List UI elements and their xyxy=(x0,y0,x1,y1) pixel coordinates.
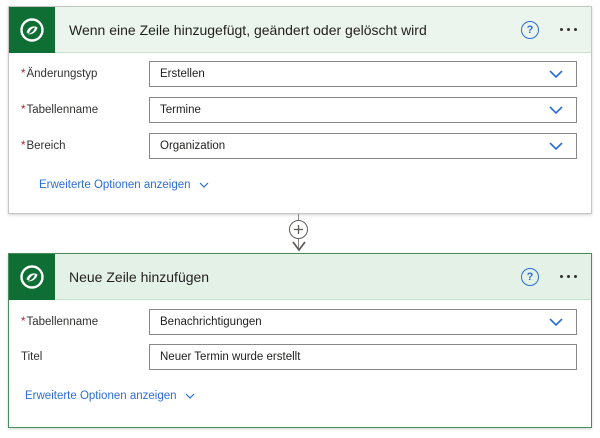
help-glyph: ? xyxy=(526,271,534,283)
chevron-down-icon xyxy=(549,106,563,115)
field-label: *Tabellenname xyxy=(21,104,99,116)
advanced-link-label: Erweiterte Optionen anzeigen xyxy=(39,179,191,191)
dropdown-value: Erstellen xyxy=(160,68,205,80)
chevron-down-icon xyxy=(199,182,208,188)
ellipsis-icon[interactable] xyxy=(553,17,583,41)
chevron-down-icon xyxy=(185,393,194,399)
action-card-header[interactable]: Neue Zeile hinzufügen ? xyxy=(9,254,591,300)
field-row-action-table-name: *Tabellenname Benachrichtigungen xyxy=(9,309,591,339)
action-title: Neue Zeile hinzufügen xyxy=(69,269,210,285)
trigger-card: Wenn eine Zeile hinzugefügt, geändert od… xyxy=(8,6,592,214)
advanced-link-label: Erweiterte Optionen anzeigen xyxy=(25,390,177,402)
scope-dropdown[interactable]: Organization xyxy=(149,133,577,159)
field-row-change-type: *Änderungstyp Erstellen xyxy=(9,61,591,91)
chevron-down-icon xyxy=(549,70,563,79)
help-glyph: ? xyxy=(526,24,534,36)
required-marker: * xyxy=(21,316,26,328)
field-label: *Tabellenname xyxy=(21,316,99,328)
chevron-down-icon xyxy=(549,318,563,327)
title-input[interactable]: Neuer Termin wurde erstellt xyxy=(149,344,577,370)
trigger-title: Wenn eine Zeile hinzugefügt, geändert od… xyxy=(69,22,427,38)
required-marker: * xyxy=(21,68,26,80)
input-value: Neuer Termin wurde erstellt xyxy=(160,351,301,363)
field-label: *Änderungstyp xyxy=(21,68,98,80)
action-table-name-dropdown[interactable]: Benachrichtigungen xyxy=(149,309,577,335)
plus-icon[interactable] xyxy=(289,220,308,239)
trigger-card-header[interactable]: Wenn eine Zeile hinzugefügt, geändert od… xyxy=(9,7,591,53)
question-circle-icon[interactable]: ? xyxy=(521,21,539,39)
field-label: *Bereich xyxy=(21,140,66,152)
field-label: Titel xyxy=(21,351,43,363)
dataverse-logo-icon xyxy=(9,7,55,53)
table-name-dropdown[interactable]: Termine xyxy=(149,97,577,123)
show-advanced-options-link[interactable]: Erweiterte Optionen anzeigen xyxy=(25,390,195,402)
ellipsis-icon[interactable] xyxy=(553,264,583,288)
field-row-table-name: *Tabellenname Termine xyxy=(9,97,591,127)
dropdown-value: Termine xyxy=(160,104,201,116)
action-card: Neue Zeile hinzufügen ? *Tabellenname Be… xyxy=(8,253,592,428)
chevron-down-icon xyxy=(549,142,563,151)
change-type-dropdown[interactable]: Erstellen xyxy=(149,61,577,87)
show-advanced-options-link[interactable]: Erweiterte Optionen anzeigen xyxy=(39,179,209,191)
dataverse-logo-icon xyxy=(9,254,55,300)
dropdown-value: Benachrichtigungen xyxy=(160,316,262,328)
field-row-scope: *Bereich Organization xyxy=(9,133,591,163)
field-row-title: Titel Neuer Termin wurde erstellt xyxy=(9,344,591,374)
required-marker: * xyxy=(21,104,26,116)
dropdown-value: Organization xyxy=(160,140,226,152)
question-circle-icon[interactable]: ? xyxy=(521,268,539,286)
arrow-down-icon xyxy=(292,241,306,252)
required-marker: * xyxy=(21,140,26,152)
